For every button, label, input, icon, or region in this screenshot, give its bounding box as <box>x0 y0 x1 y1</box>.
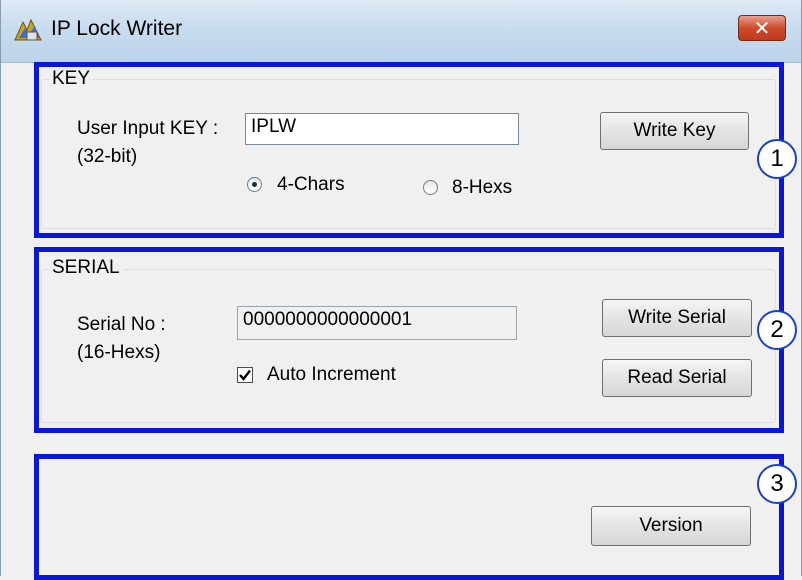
auto-increment-label: Auto Increment <box>267 364 396 385</box>
close-button[interactable]: ✕ <box>738 15 786 41</box>
version-button[interactable]: Version <box>591 506 751 546</box>
key-bit-label: (32-bit) <box>77 146 138 167</box>
serial-no-field[interactable]: 0000000000000001 <box>237 306 517 340</box>
read-serial-button[interactable]: Read Serial <box>602 359 752 397</box>
annotation-badge-1: 1 <box>757 139 797 179</box>
radio-8-hexs[interactable] <box>423 180 438 195</box>
checkmark-icon <box>239 369 251 381</box>
serial-hex-label: (16-Hexs) <box>77 342 161 363</box>
annotation-badge-2: 2 <box>757 310 797 350</box>
app-icon <box>13 16 43 44</box>
annotation-badge-3: 3 <box>757 464 797 504</box>
close-icon: ✕ <box>753 16 771 40</box>
serial-highlight-box <box>34 247 784 433</box>
title-bar: IP Lock Writer ✕ <box>1 0 801 63</box>
serial-no-label: Serial No : <box>77 314 166 335</box>
ip-lock-writer-window: IP Lock Writer ✕ KEY User Input KEY : (3… <box>0 0 802 580</box>
key-highlight-box <box>34 62 784 238</box>
write-serial-button[interactable]: Write Serial <box>602 299 752 337</box>
radio-selected-dot <box>252 182 257 187</box>
user-input-key-label: User Input KEY : <box>77 118 219 139</box>
radio-8-hexs-label: 8-Hexs <box>452 177 513 198</box>
auto-increment-checkbox[interactable] <box>237 367 253 383</box>
radio-4-chars-label: 4-Chars <box>277 174 345 195</box>
write-key-button[interactable]: Write Key <box>600 112 749 150</box>
user-input-key-field[interactable]: IPLW <box>245 113 519 145</box>
radio-4-chars[interactable] <box>247 177 262 192</box>
window-title: IP Lock Writer <box>51 17 183 40</box>
